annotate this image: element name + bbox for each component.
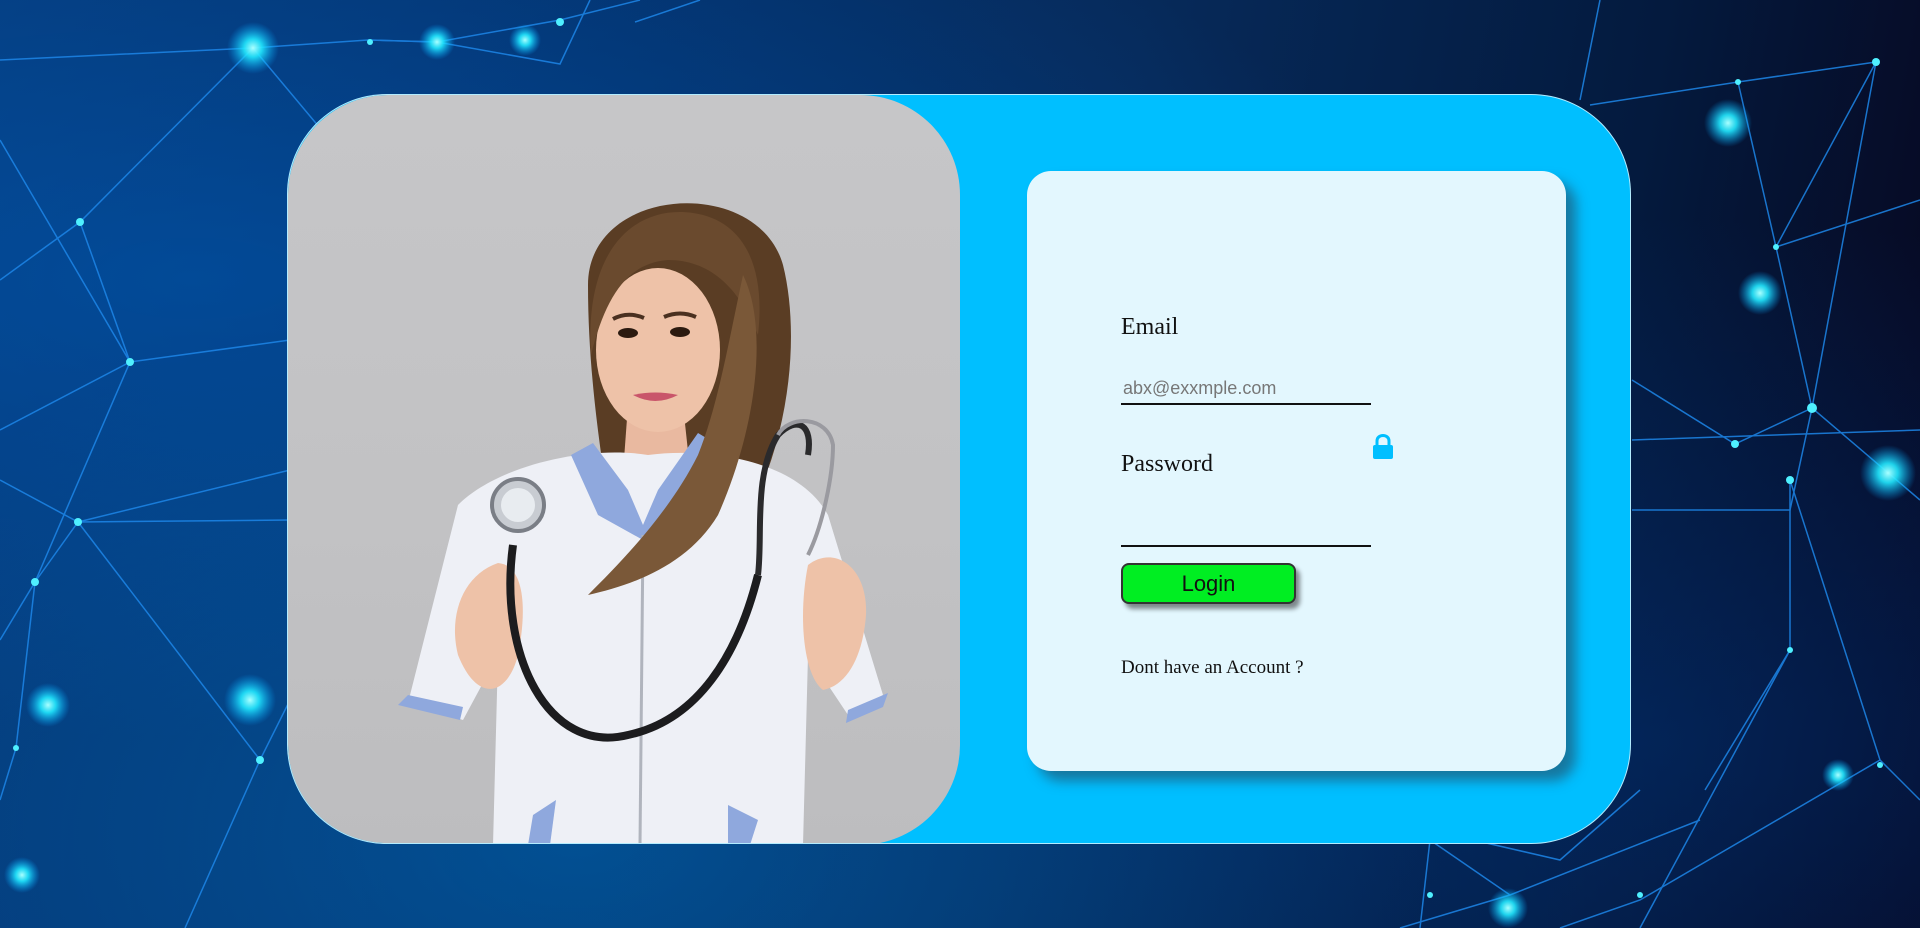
email-field[interactable] (1121, 373, 1371, 405)
lock-icon (1373, 434, 1393, 459)
doctor-photo (288, 95, 960, 843)
signup-link[interactable]: Dont have an Account ? (1121, 657, 1304, 679)
password-label: Password (1121, 451, 1214, 477)
email-label: Email (1121, 314, 1179, 340)
doctor-illustration (398, 203, 888, 843)
login-card: Email Password Login Dont have an Accoun… (287, 94, 1631, 844)
login-form-panel: Email Password Login Dont have an Accoun… (1027, 171, 1566, 771)
login-button[interactable]: Login (1121, 563, 1296, 604)
password-field[interactable] (1121, 513, 1371, 547)
